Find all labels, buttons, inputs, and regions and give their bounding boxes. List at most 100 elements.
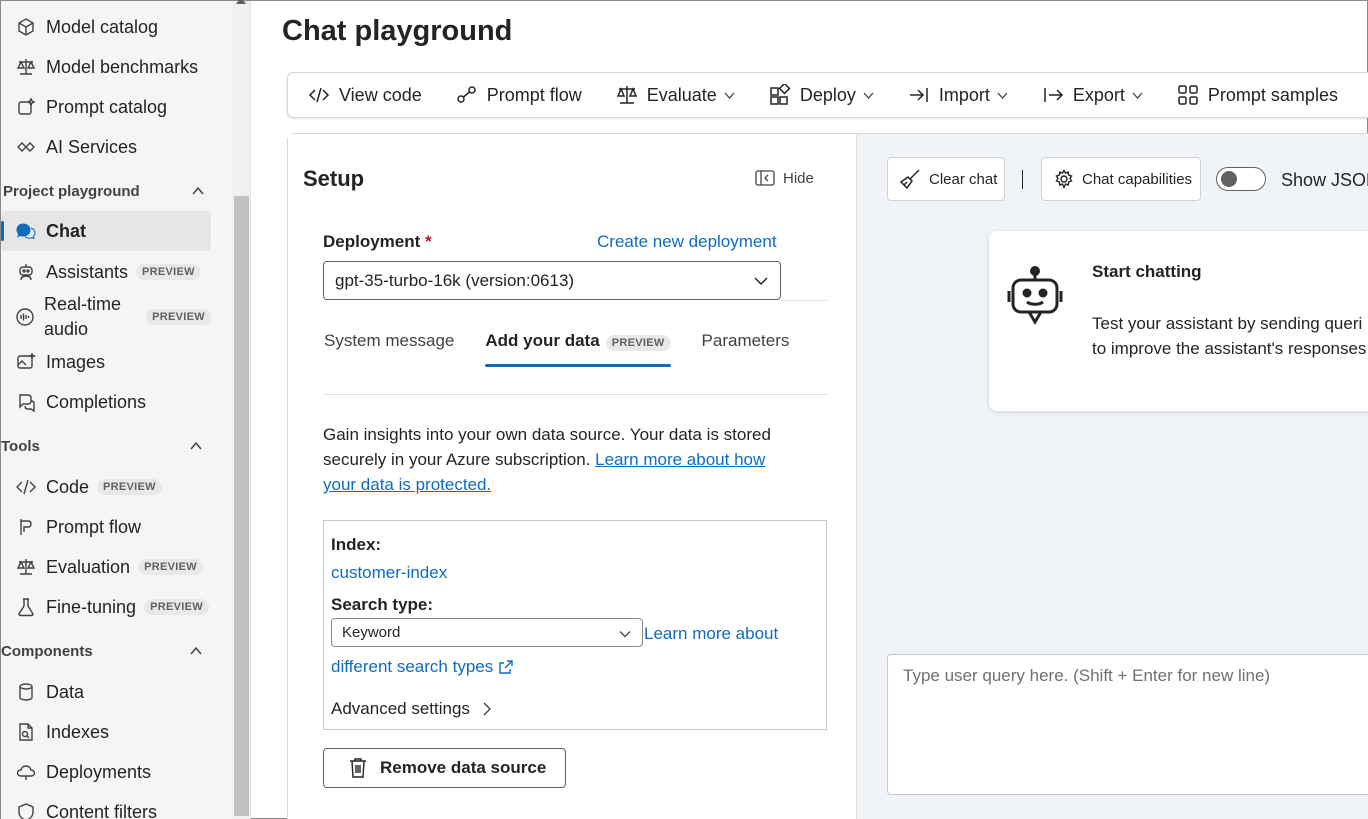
remove-data-source-button[interactable]: Remove data source bbox=[323, 748, 566, 788]
view-code-button[interactable]: View code bbox=[308, 84, 422, 106]
chevron-right-icon bbox=[483, 702, 491, 716]
show-json-toggle[interactable] bbox=[1216, 167, 1266, 191]
nav-content-filters[interactable]: Content filters bbox=[1, 792, 211, 819]
chevron-down-icon bbox=[619, 631, 631, 638]
scale-icon bbox=[15, 56, 37, 78]
nav-code[interactable]: Code PREVIEW bbox=[1, 467, 211, 507]
page-title: Chat playground bbox=[282, 15, 513, 47]
nav-model-benchmarks[interactable]: Model benchmarks bbox=[1, 47, 211, 87]
export-icon bbox=[1044, 88, 1063, 102]
chevron-down-icon bbox=[724, 92, 735, 99]
start-chatting-card: Start chatting Test your assistant by se… bbox=[989, 231, 1368, 411]
deploy-button[interactable]: Deploy bbox=[769, 84, 874, 106]
setup-tabs: System message Add your data PREVIEW Para… bbox=[324, 331, 820, 367]
chat-icon bbox=[15, 220, 37, 242]
preview-badge: PREVIEW bbox=[136, 264, 201, 280]
section-components[interactable]: Components bbox=[1, 636, 209, 666]
playground-card: Setup Hide Deployment * Create new deplo… bbox=[287, 133, 1368, 819]
import-icon bbox=[909, 88, 928, 102]
divider bbox=[323, 394, 827, 395]
trash-icon bbox=[350, 758, 366, 778]
audio-icon bbox=[15, 306, 35, 328]
sidebar-scrollbar[interactable] bbox=[232, 0, 251, 819]
prompt-catalog-icon bbox=[15, 96, 37, 118]
search-type-select[interactable]: Keyword bbox=[331, 618, 643, 647]
chevron-up-icon bbox=[192, 186, 204, 195]
start-chatting-title: Start chatting bbox=[1092, 262, 1202, 281]
index-value-link[interactable]: customer-index bbox=[331, 563, 447, 583]
prompt-samples-button[interactable]: Prompt samples bbox=[1177, 84, 1338, 106]
scrollbar-thumb[interactable] bbox=[234, 196, 249, 816]
user-query-input[interactable]: Type user query here. (Shift + Enter for… bbox=[887, 654, 1368, 795]
start-chatting-description: Test your assistant by sending queri to … bbox=[1092, 314, 1367, 358]
cube-icon bbox=[15, 16, 37, 38]
sidebar: Model catalog Model benchmarks Prompt ca… bbox=[1, 1, 232, 819]
setup-title: Setup bbox=[303, 166, 365, 191]
scroll-up-arrow-icon[interactable] bbox=[236, 0, 246, 4]
collapse-panel-icon bbox=[755, 170, 775, 186]
setup-pane: Setup Hide Deployment * Create new deplo… bbox=[288, 134, 857, 819]
chevron-down-icon bbox=[754, 277, 768, 285]
advanced-settings-toggle[interactable]: Advanced settings bbox=[331, 699, 494, 719]
deployment-select[interactable]: gpt-35-turbo-16k (version:0613) bbox=[323, 261, 781, 300]
chat-capabilities-button[interactable]: Chat capabilities bbox=[1041, 157, 1201, 201]
deployment-label: Deployment * bbox=[323, 232, 432, 251]
evaluate-button[interactable]: Evaluate bbox=[616, 84, 735, 106]
divider bbox=[781, 300, 827, 301]
hide-button[interactable]: Hide bbox=[755, 169, 814, 187]
nav-prompt-flow[interactable]: Prompt flow bbox=[1, 507, 211, 547]
tab-parameters[interactable]: Parameters bbox=[702, 331, 790, 367]
prompt-flow-icon bbox=[15, 516, 37, 538]
prompt-flow-icon bbox=[456, 86, 476, 103]
image-icon bbox=[15, 351, 37, 373]
chevron-down-icon bbox=[997, 92, 1008, 99]
nav-model-catalog[interactable]: Model catalog bbox=[1, 7, 211, 47]
flask-icon bbox=[15, 596, 37, 618]
code-icon bbox=[308, 87, 330, 103]
gear-icon bbox=[1055, 169, 1073, 189]
grid-icon bbox=[1178, 85, 1198, 105]
export-button[interactable]: Export bbox=[1042, 84, 1143, 106]
bot-icon bbox=[1007, 266, 1063, 325]
nav-data[interactable]: Data bbox=[1, 672, 211, 712]
preview-badge: PREVIEW bbox=[146, 309, 211, 325]
data-insight-text: Gain insights into your own data source.… bbox=[323, 425, 771, 494]
learn-search-types-link-cont[interactable]: different search types bbox=[331, 657, 514, 677]
scale-icon bbox=[616, 86, 637, 104]
chevron-up-icon bbox=[190, 441, 202, 450]
section-tools[interactable]: Tools bbox=[1, 431, 209, 461]
section-project-playground[interactable]: Project playground bbox=[3, 176, 211, 206]
search-type-label: Search type: bbox=[331, 595, 434, 614]
nav-chat[interactable]: Chat bbox=[1, 211, 211, 251]
preview-badge: PREVIEW bbox=[97, 479, 162, 495]
broom-icon bbox=[899, 169, 920, 190]
tab-system-message[interactable]: System message bbox=[324, 331, 454, 367]
create-deployment-link[interactable]: Create new deployment bbox=[597, 232, 777, 252]
nav-assistants[interactable]: Assistants PREVIEW bbox=[1, 252, 211, 292]
database-icon bbox=[15, 681, 37, 703]
scale-icon bbox=[15, 556, 37, 578]
learn-search-types-link[interactable]: Learn more about bbox=[644, 624, 778, 644]
nav-completions[interactable]: Completions bbox=[1, 382, 211, 422]
tab-add-your-data[interactable]: Add your data PREVIEW bbox=[485, 331, 671, 367]
nav-images[interactable]: Images bbox=[1, 342, 211, 382]
chevron-up-icon bbox=[190, 646, 202, 655]
prompt-flow-button[interactable]: Prompt flow bbox=[456, 84, 582, 106]
nav-evaluation[interactable]: Evaluation PREVIEW bbox=[1, 547, 211, 587]
import-button[interactable]: Import bbox=[908, 84, 1008, 106]
nav-ai-services[interactable]: AI Services bbox=[1, 127, 211, 167]
chat-pane: Clear chat Chat capabilities Show JSON S… bbox=[857, 134, 1368, 819]
index-label: Index: bbox=[331, 535, 382, 554]
preview-badge: PREVIEW bbox=[605, 335, 671, 351]
show-json-label: Show JSON bbox=[1281, 170, 1368, 190]
preview-badge: PREVIEW bbox=[144, 599, 209, 615]
nav-real-time-audio[interactable]: Real-time audio PREVIEW bbox=[1, 293, 211, 341]
toggle-knob bbox=[1221, 171, 1237, 187]
nav-deployments[interactable]: Deployments bbox=[1, 752, 211, 792]
nav-indexes[interactable]: Indexes bbox=[1, 712, 211, 752]
code-icon bbox=[15, 476, 37, 498]
clear-chat-button[interactable]: Clear chat bbox=[887, 157, 1005, 201]
nav-fine-tuning[interactable]: Fine-tuning PREVIEW bbox=[1, 587, 211, 627]
nav-prompt-catalog[interactable]: Prompt catalog bbox=[1, 87, 211, 127]
toolbar: View code Prompt flow Evaluate Deploy Im… bbox=[287, 72, 1368, 118]
